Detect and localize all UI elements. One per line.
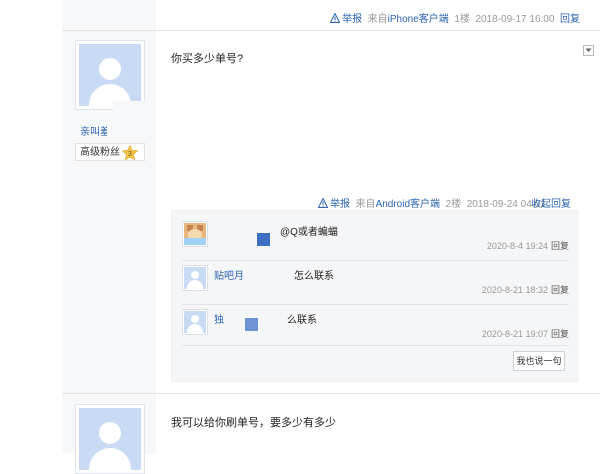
sub-reply-meta: 2020-8-21 19:07 回复 — [482, 327, 569, 340]
redaction-mask — [212, 221, 282, 245]
redaction-mask — [247, 265, 292, 291]
author-column-1 — [62, 0, 156, 30]
list-item: 贴吧月 怎么联系 2020-8-21 18:32 回复 — [182, 265, 569, 305]
sub-reply-meta: 2020-8-4 19:24 回复 — [487, 239, 569, 252]
divider — [182, 304, 569, 305]
sub-reply-text: @Q或者蝙蝠 — [280, 227, 338, 238]
client-link[interactable]: iPhone客户端 — [388, 14, 449, 25]
sub-reply-time: 2020-8-21 18:32 — [481, 285, 548, 295]
sub-reply-text: 么联系 — [287, 315, 317, 326]
avatar[interactable] — [75, 40, 145, 110]
fan-title: 高级粉丝 — [80, 147, 120, 158]
redaction-block — [245, 318, 258, 331]
collapse-arrow-icon — [585, 48, 592, 52]
list-item: 独 么联系 2020-8-21 19:07 回复 — [182, 309, 569, 349]
post-time: 2018-09-17 16:00 — [475, 14, 555, 25]
sub-reply-button[interactable]: 回复 — [551, 329, 569, 339]
username[interactable]: 亲叫羞 — [80, 123, 110, 138]
floor-number: 1楼 — [454, 14, 470, 25]
floor-number: 2楼 — [445, 199, 462, 210]
client-link[interactable]: Android客户端 — [376, 199, 440, 210]
sub-reply-button[interactable]: 回复 — [551, 241, 569, 251]
avatar[interactable] — [182, 265, 208, 291]
say-something-button[interactable]: 我也说一句 — [513, 351, 565, 371]
report-link[interactable]: 举报 — [342, 14, 362, 25]
from-prefix: 来自 — [367, 14, 388, 25]
collapse-button[interactable] — [583, 45, 594, 56]
avatar[interactable] — [182, 221, 208, 247]
redaction-block — [257, 233, 270, 246]
from-prefix: 来自 — [355, 199, 376, 210]
fan-level-icon: 3 — [122, 145, 138, 161]
warning-icon — [330, 13, 341, 23]
fold-reply-link[interactable]: 收起回复 — [531, 195, 571, 210]
sub-reply-username[interactable]: 贴吧月 — [214, 267, 244, 282]
divider — [182, 260, 569, 261]
avatar[interactable] — [75, 404, 145, 474]
post-tail-2: 举报 来自Android客户端 2楼 2018-09-24 04:01 — [318, 195, 546, 210]
list-item: @Q或者蝙蝠 2020-8-4 19:24 回复 — [182, 221, 569, 261]
reply-link[interactable]: 回复 — [560, 14, 580, 25]
redaction-mask — [107, 120, 137, 136]
sub-reply-time: 2020-8-21 19:07 — [481, 329, 548, 339]
post-tail-1: 举报 来自iPhone客户端 1楼 2018-09-17 16:00 回复 — [156, 0, 600, 30]
redaction-mask — [113, 101, 145, 113]
sub-reply-button[interactable]: 回复 — [551, 285, 569, 295]
fan-level-number: 3 — [128, 151, 132, 158]
fan-badge[interactable]: 高级粉丝 3 — [75, 143, 145, 161]
warning-icon — [318, 198, 328, 208]
sub-reply-text: 怎么联系 — [294, 271, 334, 282]
left-gutter — [0, 0, 62, 454]
post-content: 你买多少单号? — [171, 53, 244, 65]
sub-reply-panel: @Q或者蝙蝠 2020-8-4 19:24 回复 贴吧月 怎么联系 2020-8-… — [171, 210, 578, 382]
avatar[interactable] — [182, 309, 208, 335]
post-content: 我可以给你刷单号，要多少有多少 — [171, 417, 336, 429]
redaction-mask — [227, 309, 289, 335]
report-link[interactable]: 举报 — [330, 199, 350, 210]
sub-reply-meta: 2020-8-21 18:32 回复 — [482, 283, 569, 296]
divider — [182, 345, 569, 346]
sub-reply-username[interactable]: 独 — [214, 311, 224, 326]
sub-reply-time: 2020-8-4 19:24 — [486, 241, 548, 251]
